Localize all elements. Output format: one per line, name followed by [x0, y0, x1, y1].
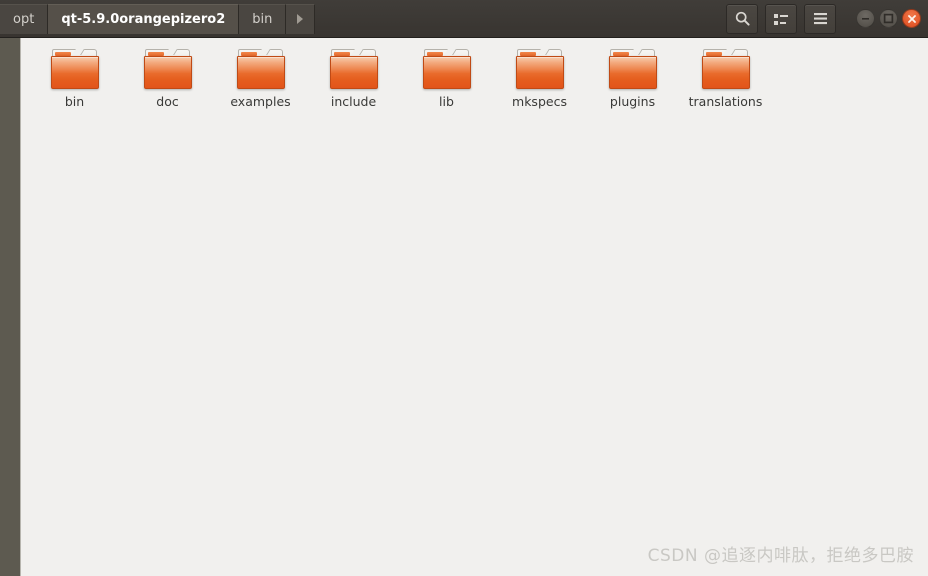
file-item-label: examples — [230, 94, 291, 109]
file-item-label: include — [330, 94, 377, 109]
minimize-button[interactable] — [856, 9, 875, 28]
close-icon — [907, 14, 916, 23]
file-item[interactable]: mkspecs — [493, 47, 586, 110]
file-item[interactable]: plugins — [586, 47, 679, 110]
window-controls — [852, 9, 921, 28]
menu-button[interactable] — [804, 3, 836, 34]
breadcrumb-next-button[interactable] — [286, 3, 316, 34]
maximize-icon — [883, 13, 894, 24]
file-item-label: lib — [439, 94, 454, 109]
folder-icon — [514, 47, 566, 91]
minimize-icon — [862, 18, 869, 20]
breadcrumb-item-label: qt-5.9.0orangepizero2 — [61, 11, 226, 27]
file-item[interactable]: lib — [400, 47, 493, 110]
folder-icon — [607, 47, 659, 91]
file-item-label: mkspecs — [512, 94, 567, 109]
maximize-button[interactable] — [879, 9, 898, 28]
folder-icon — [700, 47, 752, 91]
file-icon-view[interactable]: bin doc examples include lib mkspecs plu… — [22, 38, 928, 576]
file-item[interactable]: translations — [679, 47, 772, 110]
breadcrumb-item-label: bin — [252, 11, 273, 27]
file-grid: bin doc examples include lib mkspecs plu… — [22, 38, 928, 116]
search-button[interactable] — [726, 3, 758, 34]
folder-icon — [49, 47, 101, 91]
folder-icon — [421, 47, 473, 91]
sidebar-strip[interactable] — [0, 38, 21, 576]
file-item[interactable]: include — [307, 47, 400, 110]
file-item[interactable]: bin — [28, 47, 121, 110]
breadcrumb-item-bin[interactable]: bin — [239, 3, 287, 34]
file-manager-window: opt qt-5.9.0orangepizero2 bin bin doc ex… — [0, 0, 928, 576]
file-item[interactable]: examples — [214, 47, 307, 110]
file-item-label: doc — [156, 94, 179, 109]
breadcrumb: opt qt-5.9.0orangepizero2 bin — [0, 3, 316, 34]
folder-icon — [328, 47, 380, 91]
folder-icon — [142, 47, 194, 91]
list-view-icon — [774, 13, 788, 25]
file-item-label: plugins — [609, 94, 656, 109]
hamburger-menu-icon — [813, 13, 827, 25]
view-toggle-button[interactable] — [765, 3, 797, 34]
file-item-label: translations — [688, 94, 763, 109]
folder-icon — [235, 47, 287, 91]
file-item-label: bin — [64, 94, 85, 109]
header-actions — [719, 0, 928, 38]
header-bar: opt qt-5.9.0orangepizero2 bin — [0, 0, 928, 38]
breadcrumb-item-label: opt — [13, 11, 35, 27]
close-button[interactable] — [902, 9, 921, 28]
search-icon — [735, 11, 750, 26]
file-item[interactable]: doc — [121, 47, 214, 110]
breadcrumb-item-qt[interactable]: qt-5.9.0orangepizero2 — [48, 3, 240, 34]
breadcrumb-item-opt[interactable]: opt — [0, 3, 49, 34]
chevron-right-icon — [297, 14, 304, 24]
